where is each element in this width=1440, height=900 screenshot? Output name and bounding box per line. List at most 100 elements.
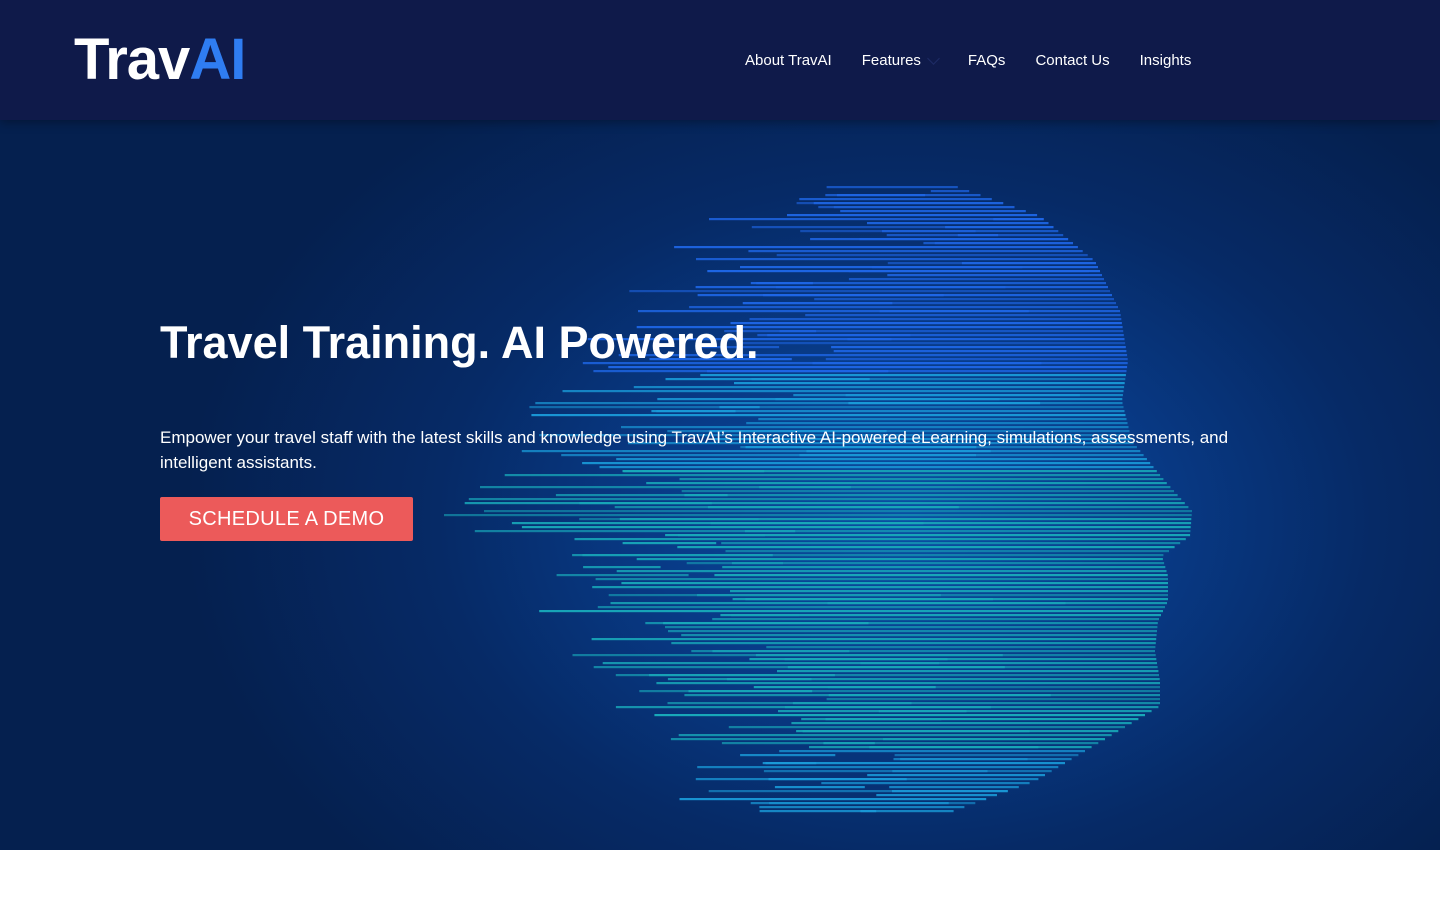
face-streak [755, 654, 1003, 657]
face-streak [734, 382, 1125, 385]
face-streak [879, 310, 1029, 313]
face-streak [656, 682, 1160, 685]
face-streak [833, 206, 1015, 209]
face-streak [636, 558, 1163, 561]
nav-faqs[interactable]: FAQs [968, 47, 1006, 73]
face-streak [749, 318, 1122, 321]
face-streak [678, 734, 1112, 737]
face-streak [812, 362, 1042, 365]
face-streak [827, 602, 1066, 605]
face-streak [775, 286, 1006, 289]
face-streak [595, 578, 1168, 581]
face-streak [597, 606, 1165, 609]
face-streak [678, 534, 765, 537]
face-streak [826, 698, 1160, 701]
nav-insights[interactable]: Insights [1140, 47, 1192, 73]
face-streak [663, 622, 869, 625]
face-streak [697, 766, 1059, 769]
face-streak [539, 610, 1163, 613]
face-streak [667, 702, 912, 705]
nav-about[interactable]: About TravAI [745, 47, 832, 73]
face-streak [721, 742, 1099, 745]
face-streak [621, 582, 1168, 585]
face-streak [774, 786, 865, 789]
face-streak [763, 294, 944, 297]
face-streak [823, 742, 875, 745]
face-streak [821, 782, 1030, 785]
ai-face-illustration [444, 186, 1192, 813]
face-streak [651, 410, 736, 413]
face-streak [837, 194, 926, 197]
face-streak [531, 414, 1126, 417]
face-streak [689, 306, 1118, 309]
face-streak [725, 550, 1169, 553]
face-streak [719, 406, 760, 409]
face-streak [799, 198, 992, 201]
face-streak [813, 202, 1004, 205]
face-streak [629, 290, 1110, 293]
face-streak [592, 586, 1168, 589]
face-streak [753, 686, 936, 689]
nav-features[interactable]: Features [862, 47, 940, 73]
hero-section: Travel Training. AI Powered. Empower you… [0, 120, 1440, 850]
face-streak [768, 778, 907, 781]
face-streak [686, 562, 783, 565]
face-streak [759, 806, 965, 809]
face-streak [749, 658, 948, 661]
face-streak [826, 186, 958, 189]
face-streak [468, 498, 1182, 501]
face-streak [714, 574, 1168, 577]
hero-title: Travel Training. AI Powered. [160, 317, 759, 368]
face-streak [831, 346, 1126, 349]
face-streak [748, 250, 1083, 253]
face-streak [521, 526, 1191, 529]
nav-faqs-label: FAQs [967, 51, 1006, 69]
face-streak [759, 486, 851, 489]
face-streak [529, 406, 1124, 409]
face-streak [787, 666, 1005, 669]
face-streak [833, 350, 1127, 353]
face-streak [779, 330, 1124, 333]
face-streak [700, 374, 1126, 377]
face-streak [934, 242, 1073, 245]
face-streak [649, 674, 835, 677]
face-streak [591, 638, 1157, 641]
face-streak [572, 554, 773, 557]
face-streak [633, 386, 1125, 389]
face-streak [730, 590, 1168, 593]
face-streak [787, 214, 1038, 217]
face-streak [707, 506, 959, 509]
face-streak [766, 646, 1156, 649]
face-streak [730, 322, 1122, 325]
face-streak [892, 770, 988, 773]
face-streak [889, 786, 1019, 789]
face-streak [845, 394, 1080, 397]
face-streak [867, 222, 1049, 225]
face-streak [579, 518, 759, 521]
face-streak [665, 378, 870, 381]
face-streak [840, 210, 1026, 213]
nav-contact-label: Contact Us [1035, 51, 1110, 69]
face-streak [731, 562, 1165, 565]
face-streak [867, 774, 1045, 777]
face-streak [945, 226, 1054, 229]
face-streak [825, 358, 1128, 361]
chevron-down-icon [927, 51, 940, 65]
schedule-demo-button[interactable]: SCHEDULE A DEMO [160, 497, 413, 541]
face-streak [688, 690, 813, 693]
nav-contact[interactable]: Contact Us [1035, 47, 1109, 73]
travai-logo[interactable]: Trav AI [74, 28, 246, 92]
face-streak [728, 726, 1125, 729]
hero-description: Empower your travel staff with the lates… [160, 428, 1229, 472]
face-streak [883, 738, 1105, 741]
face-streak [776, 254, 1088, 257]
site-header: Trav AI About TravAI Features FAQs Contac… [0, 0, 1440, 120]
face-streak [712, 650, 850, 653]
face-streak [679, 478, 1164, 481]
main-nav: About TravAI Features FAQs Contact Us In… [745, 47, 1191, 73]
face-streak [697, 594, 941, 597]
face-streak [674, 246, 1078, 249]
face-streak [679, 798, 987, 801]
face-streak [750, 802, 949, 805]
face-streak [876, 794, 997, 797]
